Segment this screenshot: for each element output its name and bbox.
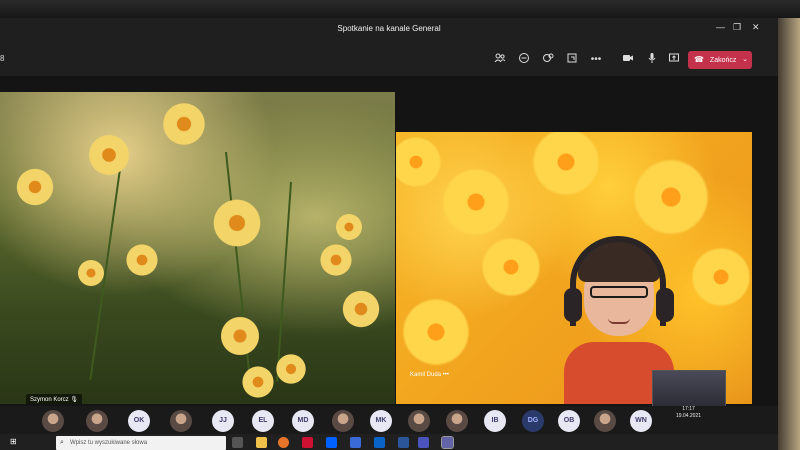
daffodil [526, 132, 606, 202]
title-bar: Spotkanie na kanale General — ❐ ✕ [0, 14, 778, 46]
window-title: Spotkanie na kanale General [337, 24, 441, 33]
screen: Spotkanie na kanale General — ❐ ✕ 8 ••• [0, 14, 778, 450]
more-options-icon[interactable]: ••• [443, 372, 449, 378]
task-view-icon[interactable] [232, 437, 243, 448]
windows-taskbar: ⊞ ⌕ Wpisz tu wyszukiwane słowa [0, 434, 778, 450]
participant-avatar[interactable]: MD [292, 410, 314, 432]
participant-avatar[interactable] [446, 410, 468, 432]
participant-avatar[interactable]: DG [522, 410, 544, 432]
mic-muted-icon: 🎙 [70, 397, 78, 403]
daffodil [210, 196, 264, 250]
video-tile-szymon[interactable]: Szymon Korcz 🎙 [0, 92, 395, 404]
participant-avatar[interactable] [408, 410, 430, 432]
daffodil [476, 232, 546, 302]
participants-strip: OK JJ EL MD MK IB DG OB WN [0, 406, 778, 434]
participant-name-tag: Kamil Duda ••• [410, 372, 449, 378]
video-tile-kamil[interactable] [396, 132, 752, 404]
store-icon[interactable] [350, 437, 361, 448]
participant-avatar[interactable] [86, 410, 108, 432]
daffodil [436, 162, 516, 242]
participant-avatar[interactable]: MK [370, 410, 392, 432]
leave-button-label: Zakończ [709, 57, 737, 64]
mail-icon[interactable] [374, 437, 385, 448]
daffodil [274, 352, 308, 386]
share-icon[interactable] [666, 52, 682, 68]
minimize-button[interactable]: — [716, 22, 725, 32]
search-placeholder: Wpisz tu wyszukiwane słowa [70, 440, 148, 446]
meeting-timer: 8 [0, 54, 5, 63]
daffodil [14, 166, 56, 208]
participant-avatar[interactable]: WN [630, 410, 652, 432]
daffodil [160, 100, 208, 148]
participant-avatar[interactable]: EL [252, 410, 274, 432]
word-icon[interactable] [398, 437, 409, 448]
app-icon[interactable] [302, 437, 313, 448]
laptop-edge [776, 0, 800, 450]
headset [570, 236, 666, 326]
windows-start-icon[interactable]: ⊞ [10, 437, 21, 448]
participant-avatar[interactable]: JJ [212, 410, 234, 432]
daffodil [318, 242, 354, 278]
teams-active-icon[interactable] [441, 436, 454, 449]
dropbox-icon[interactable] [326, 437, 337, 448]
leave-button[interactable]: ☎ Zakończ ⌄ [688, 51, 752, 69]
chat-icon[interactable] [516, 52, 532, 68]
teams-icon[interactable] [418, 437, 429, 448]
daffodil [240, 364, 276, 400]
self-video-preview[interactable] [652, 370, 726, 410]
participant-avatar[interactable] [594, 410, 616, 432]
daffodil [124, 242, 160, 278]
daffodil [86, 132, 132, 178]
reactions-icon[interactable] [540, 52, 556, 68]
people-icon[interactable] [492, 52, 508, 68]
participant-avatar[interactable] [42, 410, 64, 432]
meeting-toolbar: 8 ••• ☎ Zakończ ⌄ [0, 46, 778, 74]
search-icon: ⌕ [60, 439, 64, 446]
laptop-bezel [0, 0, 800, 18]
rooms-icon[interactable] [564, 52, 580, 68]
participant-avatar[interactable] [332, 410, 354, 432]
participant-avatar[interactable]: OK [128, 410, 150, 432]
more-icon[interactable]: ••• [588, 52, 604, 68]
mic-icon[interactable] [644, 52, 660, 68]
participant-avatar[interactable]: OB [558, 410, 580, 432]
meeting-stage: Szymon Korcz 🎙 Kamil Duda ••• [0, 76, 778, 406]
file-explorer-icon[interactable] [256, 437, 267, 448]
restore-button[interactable]: ❐ [733, 22, 741, 33]
daffodil [76, 258, 106, 288]
participant-avatar[interactable] [170, 410, 192, 432]
daffodil [396, 132, 446, 192]
clock-time: 17:17 [682, 406, 695, 412]
daffodil [334, 212, 364, 242]
daffodil [218, 314, 262, 358]
daffodil [626, 152, 716, 242]
clock-date: 19.04.2021 [676, 413, 702, 419]
camera-icon[interactable] [620, 52, 636, 68]
close-button[interactable]: ✕ [752, 22, 760, 33]
phone-hangup-icon: ☎ [694, 55, 704, 64]
daffodil [396, 292, 476, 372]
chevron-down-icon[interactable]: ⌄ [742, 51, 748, 69]
participant-avatar[interactable]: IB [484, 410, 506, 432]
daffodil [686, 242, 752, 312]
firefox-icon[interactable] [278, 437, 289, 448]
participant-name-tag: Szymon Korcz 🎙 [26, 394, 82, 404]
system-clock[interactable]: 17:17 19.04.2021 [676, 406, 701, 420]
taskbar-search-input[interactable]: ⌕ Wpisz tu wyszukiwane słowa [56, 436, 226, 450]
daffodil [340, 288, 382, 330]
